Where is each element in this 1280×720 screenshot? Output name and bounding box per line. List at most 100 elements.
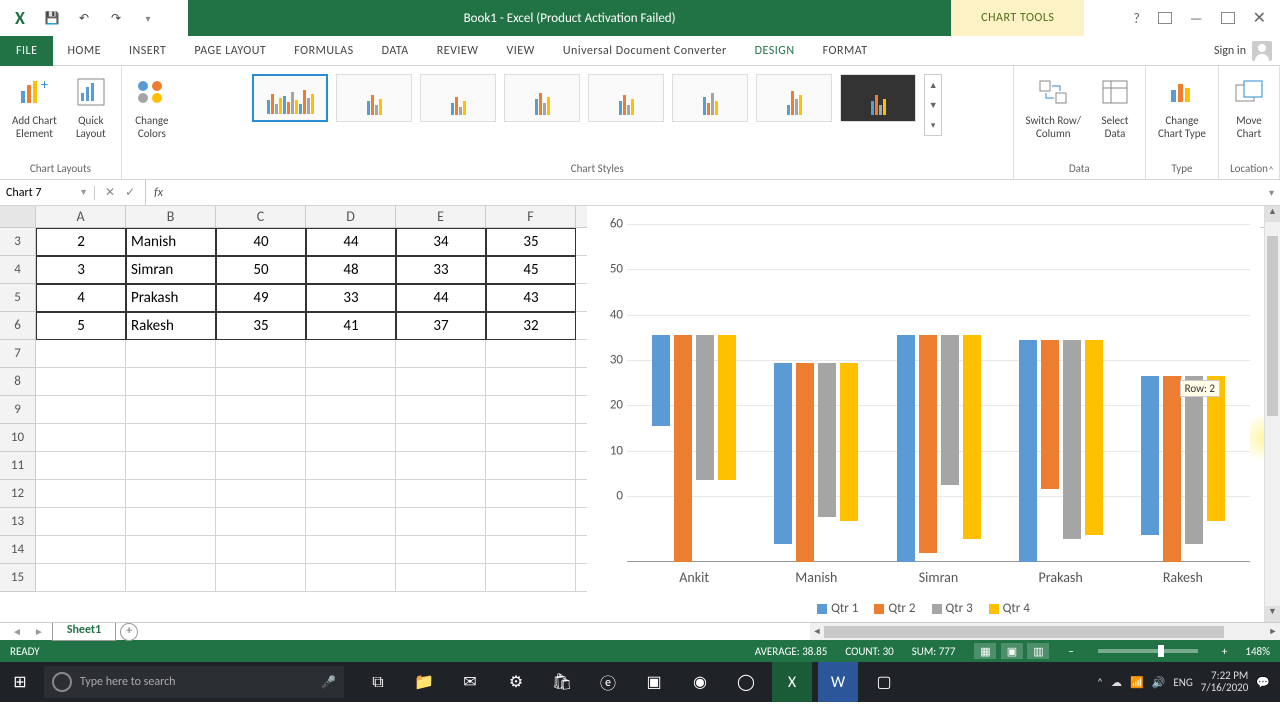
cell[interactable] <box>216 396 306 424</box>
cancel-formula-icon[interactable]: ✕ <box>105 185 115 200</box>
taskbar-search[interactable]: Type here to search 🎤 <box>44 666 344 698</box>
tray-volume-icon[interactable]: 🔊 <box>1152 676 1166 689</box>
enter-formula-icon[interactable]: ✓ <box>125 185 135 200</box>
row-header-7[interactable]: 7 <box>0 340 36 368</box>
cell[interactable] <box>486 452 576 480</box>
taskbar-clock[interactable]: 7:22 PM 7/16/2020 <box>1201 670 1249 694</box>
tab-review[interactable]: REVIEW <box>423 36 493 66</box>
mail-icon[interactable]: ✉ <box>450 662 490 702</box>
cell[interactable]: 48 <box>306 256 396 284</box>
cell[interactable]: Prakash <box>126 284 216 312</box>
bar-Manish-Qtr 4[interactable] <box>840 363 858 522</box>
fx-icon[interactable]: fx <box>146 186 171 200</box>
cell[interactable]: Rakesh <box>126 312 216 340</box>
qat-customize-icon[interactable]: ▾ <box>138 8 158 28</box>
cell[interactable] <box>216 368 306 396</box>
notifications-icon[interactable]: 💬 <box>1256 676 1270 689</box>
cell[interactable] <box>126 480 216 508</box>
column-header-F[interactable]: F <box>486 206 576 227</box>
tray-cloud-icon[interactable]: ☁ <box>1111 676 1122 689</box>
cell[interactable] <box>306 424 396 452</box>
vertical-scroll-thumb[interactable] <box>1267 236 1278 416</box>
cell[interactable]: 43 <box>486 284 576 312</box>
cell[interactable]: 37 <box>396 312 486 340</box>
chart-style-2[interactable] <box>336 74 412 122</box>
cell[interactable] <box>306 536 396 564</box>
close-icon[interactable]: ✕ <box>1253 8 1266 28</box>
ribbon-display-icon[interactable] <box>1158 12 1172 24</box>
bar-Ankit-Qtr 3[interactable] <box>696 335 714 480</box>
cell[interactable]: 4 <box>36 284 126 312</box>
cell[interactable] <box>216 480 306 508</box>
cell[interactable]: 44 <box>396 284 486 312</box>
embedded-chart[interactable]: 0102030405060AnkitManishSimranPrakashRak… <box>587 206 1260 622</box>
cell[interactable] <box>126 452 216 480</box>
expand-formula-bar-icon[interactable]: ▾ <box>1263 186 1280 199</box>
row-header-13[interactable]: 13 <box>0 508 36 536</box>
cell[interactable]: 33 <box>396 256 486 284</box>
cell[interactable]: 44 <box>306 228 396 256</box>
cell[interactable]: 35 <box>486 228 576 256</box>
column-header-C[interactable]: C <box>216 206 306 227</box>
cell[interactable] <box>36 368 126 396</box>
cell[interactable] <box>486 396 576 424</box>
cell[interactable] <box>306 452 396 480</box>
tab-data[interactable]: DATA <box>368 36 423 66</box>
tab-page-layout[interactable]: PAGE LAYOUT <box>180 36 280 66</box>
cell[interactable] <box>306 368 396 396</box>
cell[interactable] <box>36 340 126 368</box>
cell[interactable] <box>396 480 486 508</box>
cell[interactable] <box>36 452 126 480</box>
cell[interactable] <box>306 508 396 536</box>
help-icon[interactable]: ? <box>1133 10 1140 27</box>
cell[interactable] <box>486 340 576 368</box>
row-header-14[interactable]: 14 <box>0 536 36 564</box>
chart-style-7[interactable] <box>756 74 832 122</box>
tab-design[interactable]: DESIGN <box>741 36 809 66</box>
view-page-layout-icon[interactable]: ▣ <box>1001 643 1023 659</box>
cell[interactable] <box>126 564 216 592</box>
zoom-level[interactable]: 148% <box>1245 645 1270 658</box>
column-header-D[interactable]: D <box>306 206 396 227</box>
undo-icon[interactable]: ↶ <box>74 8 94 28</box>
chart-style-3[interactable] <box>420 74 496 122</box>
change-chart-type-button[interactable]: Change Chart Type <box>1154 70 1210 144</box>
cell[interactable]: 45 <box>486 256 576 284</box>
bar-Prakash-Qtr 4[interactable] <box>1085 340 1103 535</box>
cell[interactable]: 40 <box>216 228 306 256</box>
scroll-up-icon[interactable]: ▲ <box>1265 206 1280 222</box>
zoom-app-icon[interactable]: ▣ <box>634 662 674 702</box>
cell[interactable] <box>126 424 216 452</box>
minimize-icon[interactable]: — <box>1190 10 1203 27</box>
tab-view[interactable]: VIEW <box>492 36 548 66</box>
tab-home[interactable]: HOME <box>53 36 115 66</box>
task-view-icon[interactable]: ⧉ <box>358 662 398 702</box>
column-header-E[interactable]: E <box>396 206 486 227</box>
cell[interactable]: 3 <box>36 256 126 284</box>
name-box[interactable]: Chart 7 ▼ <box>0 186 95 200</box>
cell[interactable] <box>396 452 486 480</box>
row-header-11[interactable]: 11 <box>0 452 36 480</box>
bar-Manish-Qtr 3[interactable] <box>818 363 836 517</box>
tab-insert[interactable]: INSERT <box>115 36 180 66</box>
cell[interactable] <box>486 368 576 396</box>
cell[interactable]: 33 <box>306 284 396 312</box>
row-header-15[interactable]: 15 <box>0 564 36 592</box>
view-normal-icon[interactable]: ▦ <box>974 643 996 659</box>
select-all-corner[interactable] <box>0 206 36 227</box>
chrome-icon[interactable]: ◯ <box>726 662 766 702</box>
zoom-out-icon[interactable]: − <box>1068 645 1073 658</box>
chart-style-8[interactable] <box>840 74 916 122</box>
file-explorer-icon[interactable]: 📁 <box>404 662 444 702</box>
quick-layout-button[interactable]: Quick Layout <box>69 70 113 144</box>
bar-Ankit-Qtr 1[interactable] <box>652 335 670 426</box>
cell[interactable] <box>126 340 216 368</box>
save-icon[interactable]: 💾 <box>42 8 62 28</box>
move-chart-button[interactable]: Move Chart <box>1227 70 1271 144</box>
scroll-left-icon[interactable]: ◄ <box>810 626 824 637</box>
zoom-slider[interactable] <box>1098 649 1198 653</box>
cell[interactable] <box>36 508 126 536</box>
new-sheet-button[interactable]: + <box>120 623 138 641</box>
bar-Manish-Qtr 2[interactable] <box>796 363 814 562</box>
chart-style-5[interactable] <box>588 74 664 122</box>
